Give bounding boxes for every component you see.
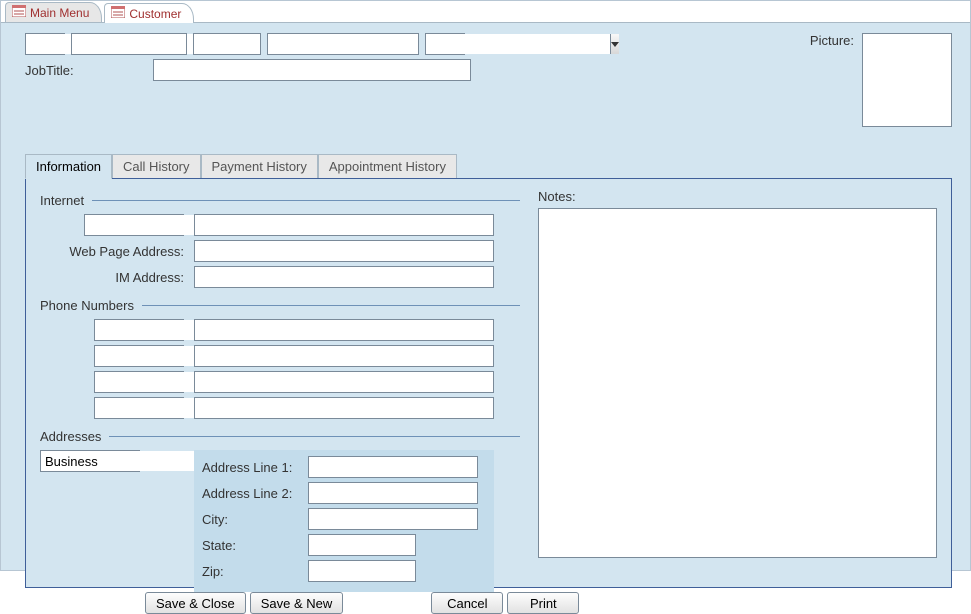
city-input[interactable] bbox=[308, 508, 478, 530]
divider bbox=[142, 305, 520, 306]
picture-label: Picture: bbox=[810, 33, 854, 48]
web-page-input[interactable] bbox=[194, 240, 494, 262]
middle-name-input[interactable] bbox=[193, 33, 261, 55]
last-name-input[interactable] bbox=[267, 33, 419, 55]
save-new-button[interactable]: Save & New bbox=[250, 592, 344, 614]
tab-main-menu-label: Main Menu bbox=[30, 6, 89, 20]
phone-group-title: Phone Numbers bbox=[40, 298, 134, 313]
suffix-input[interactable] bbox=[426, 34, 610, 54]
phone-type-combo-1[interactable] bbox=[94, 319, 184, 341]
address-line1-input[interactable] bbox=[308, 456, 478, 478]
im-address-label: IM Address: bbox=[40, 270, 188, 285]
information-panel: Internet bbox=[25, 178, 952, 588]
job-title-input[interactable] bbox=[153, 59, 471, 81]
tab-customer-label: Customer bbox=[129, 7, 181, 21]
tab-payment-history[interactable]: Payment History bbox=[201, 154, 318, 179]
city-label: City: bbox=[202, 512, 302, 527]
tab-appointment-history[interactable]: Appointment History bbox=[318, 154, 457, 179]
document-tabs: Main Menu Customer bbox=[1, 1, 970, 23]
phone-number-input-1[interactable] bbox=[194, 319, 494, 341]
prefix-combo[interactable] bbox=[25, 33, 65, 55]
suffix-dropdown-button[interactable] bbox=[610, 34, 619, 54]
phone-type-combo-3[interactable] bbox=[94, 371, 184, 393]
addresses-group-title: Addresses bbox=[40, 429, 101, 444]
phone-number-input-2[interactable] bbox=[194, 345, 494, 367]
state-input[interactable] bbox=[308, 534, 416, 556]
tab-customer[interactable]: Customer bbox=[104, 3, 194, 23]
zip-label: Zip: bbox=[202, 564, 302, 579]
divider bbox=[92, 200, 520, 201]
tab-main-menu[interactable]: Main Menu bbox=[5, 2, 102, 22]
notes-label: Notes: bbox=[538, 189, 937, 204]
email-input[interactable] bbox=[194, 214, 494, 236]
content-tabs: Information Call History Payment History… bbox=[25, 153, 952, 178]
address-type-combo[interactable] bbox=[40, 450, 140, 472]
cancel-button[interactable]: Cancel bbox=[431, 592, 503, 614]
save-close-button[interactable]: Save & Close bbox=[145, 592, 246, 614]
picture-frame[interactable] bbox=[862, 33, 952, 127]
im-address-input[interactable] bbox=[194, 266, 494, 288]
web-page-label: Web Page Address: bbox=[40, 244, 188, 259]
job-title-label: JobTitle: bbox=[25, 63, 143, 78]
address-line2-label: Address Line 2: bbox=[202, 486, 302, 501]
tab-information[interactable]: Information bbox=[25, 154, 112, 179]
phone-type-combo-2[interactable] bbox=[94, 345, 184, 367]
phone-number-input-3[interactable] bbox=[194, 371, 494, 393]
divider bbox=[109, 436, 520, 437]
tab-call-history[interactable]: Call History bbox=[112, 154, 200, 179]
email-type-combo[interactable] bbox=[84, 214, 184, 236]
zip-input[interactable] bbox=[308, 560, 416, 582]
form-icon bbox=[111, 6, 125, 21]
notes-textarea[interactable] bbox=[538, 208, 937, 558]
print-button[interactable]: Print bbox=[507, 592, 579, 614]
suffix-combo[interactable] bbox=[425, 33, 465, 55]
address-line2-input[interactable] bbox=[308, 482, 478, 504]
first-name-input[interactable] bbox=[71, 33, 187, 55]
phone-type-combo-4[interactable] bbox=[94, 397, 184, 419]
form-icon bbox=[12, 5, 26, 20]
internet-group-title: Internet bbox=[40, 193, 84, 208]
address-line1-label: Address Line 1: bbox=[202, 460, 302, 475]
phone-number-input-4[interactable] bbox=[194, 397, 494, 419]
state-label: State: bbox=[202, 538, 302, 553]
